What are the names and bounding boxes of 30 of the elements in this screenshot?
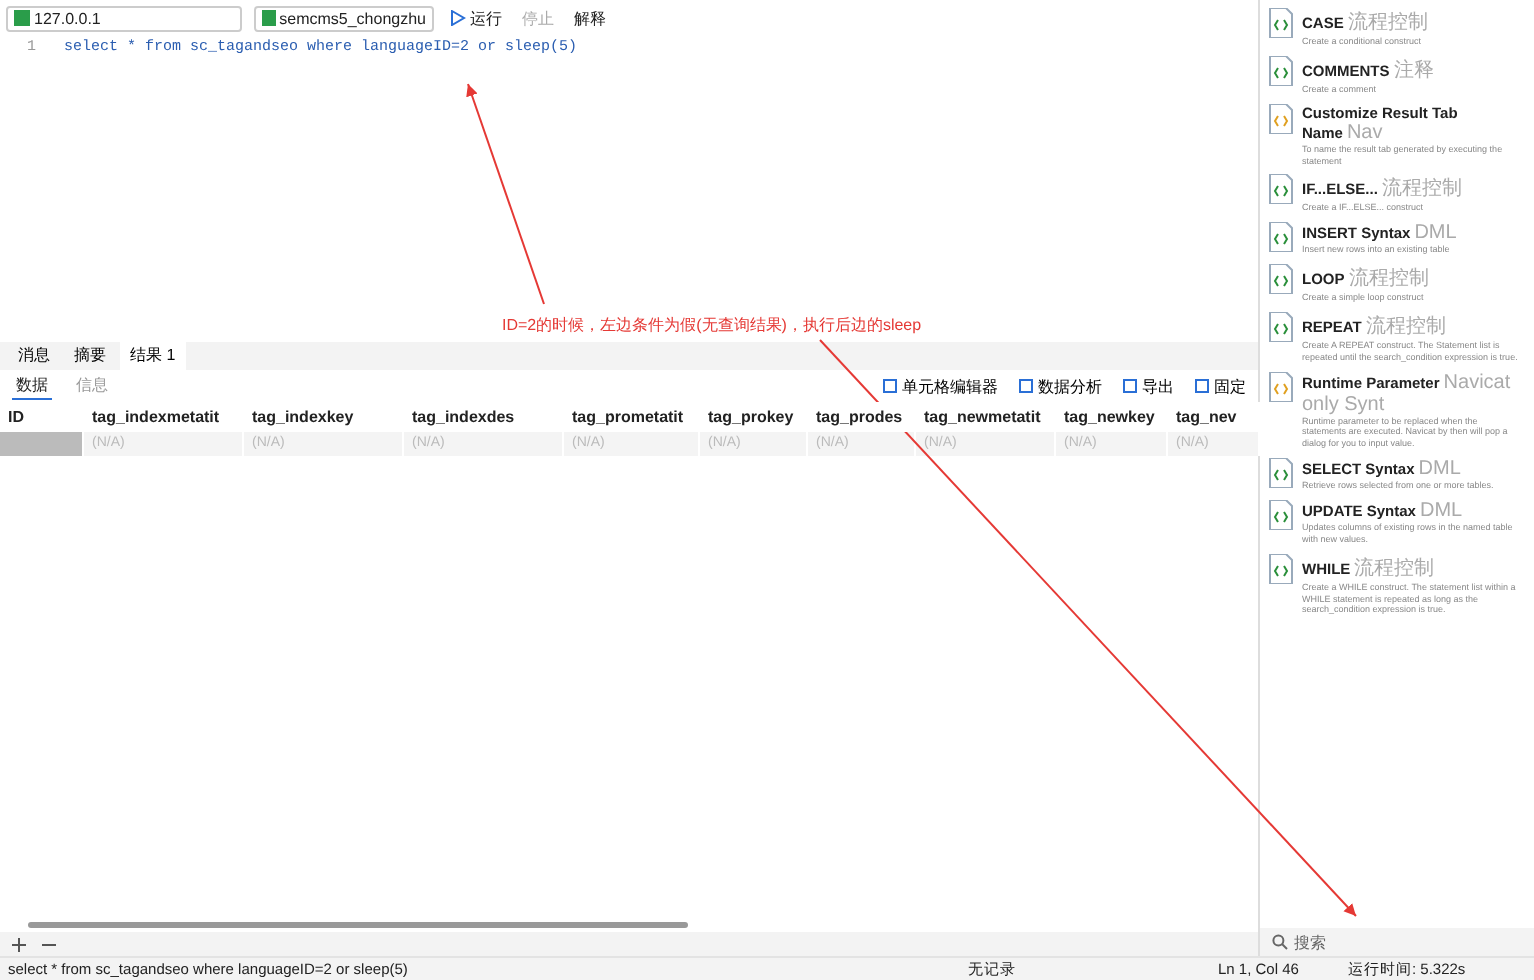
database-select[interactable]: semcms5_chongzhu [254, 5, 434, 31]
snippet-file-icon [1268, 222, 1294, 253]
result-tab[interactable]: 结果 1 [120, 340, 186, 370]
snippet-file-icon [1268, 174, 1294, 205]
snippet-file-icon [1268, 264, 1294, 295]
result-action[interactable]: 导出 [1122, 375, 1174, 397]
search-icon [1272, 934, 1288, 950]
plus-icon [12, 937, 26, 951]
explain-button[interactable]: 解释 [570, 7, 610, 29]
add-button[interactable] [8, 937, 30, 951]
result-tab[interactable]: 摘要 [64, 340, 116, 370]
snippet-file-icon [1268, 458, 1294, 489]
connection-select[interactable]: 127.0.0.1 [6, 5, 242, 31]
result-action[interactable]: 数据分析 [1018, 375, 1102, 397]
result-action[interactable]: 固定 [1194, 375, 1246, 397]
snippet-file-icon [1268, 8, 1294, 38]
snippet-file-icon [1268, 553, 1294, 584]
snippet-file-icon [1268, 311, 1294, 342]
snippet-file-icon [1268, 371, 1294, 402]
horizontal-scrollbar[interactable] [28, 922, 688, 928]
search-field[interactable]: 搜索 [1260, 928, 1534, 956]
play-icon [450, 10, 466, 26]
result-action[interactable]: 单元格编辑器 [882, 375, 998, 397]
result-tab[interactable]: 消息 [8, 340, 60, 370]
run-button[interactable]: 运行 [446, 7, 506, 29]
view-tab[interactable]: 数据 [12, 372, 52, 400]
snippet-file-icon [1268, 55, 1294, 86]
snippet-file-icon [1268, 499, 1294, 530]
annotation-text: ID=2的时候，左边条件为假(无查询结果)，执行后边的sleep [502, 314, 922, 336]
snippet-file-icon [1268, 103, 1294, 134]
